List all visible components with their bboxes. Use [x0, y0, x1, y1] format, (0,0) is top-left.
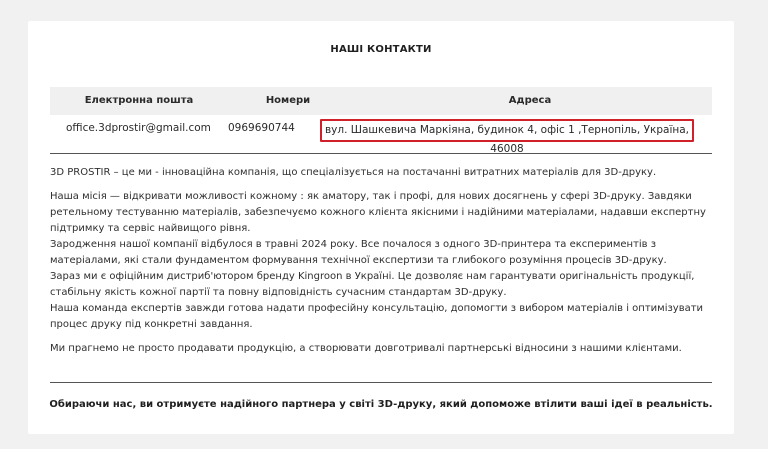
about-origin: Зародження нашої компанії відбулося в тр… [50, 239, 667, 266]
closing-statement: Обираючи нас, ви отримуєте надійного пар… [49, 399, 713, 410]
contacts-card: НАШІ КОНТАКТИ Електронна пошта Номери Ад… [28, 21, 734, 434]
contacts-table-header: Електронна пошта Номери Адреса [50, 87, 712, 115]
email-column-header: Електронна пошта [84, 95, 194, 106]
address-column-header: Адреса [508, 95, 552, 106]
divider-top [50, 153, 712, 154]
email-cell[interactable]: office.3dprostir@gmail.com [66, 122, 211, 134]
divider-bottom [50, 382, 712, 383]
page-title: НАШІ КОНТАКТИ [330, 44, 432, 55]
about-mission: Наша місія — відкривати можливості кожно… [50, 191, 706, 234]
about-goal: Ми прагнемо не просто продавати продукці… [50, 343, 682, 354]
about-distributor: Зараз ми є офіційним дистриб'ютором брен… [50, 271, 695, 298]
phone-cell[interactable]: 0969690744 [228, 122, 295, 134]
about-intro: 3D PROSTIR – це ми - інноваційна компані… [50, 167, 657, 178]
address-cell-highlighted: вул. Шашкевича Маркіяна, будинок 4, офіс… [320, 119, 694, 155]
phone-column-header: Номери [265, 95, 311, 106]
about-team: Наша команда експертів завжди готова над… [50, 303, 704, 330]
